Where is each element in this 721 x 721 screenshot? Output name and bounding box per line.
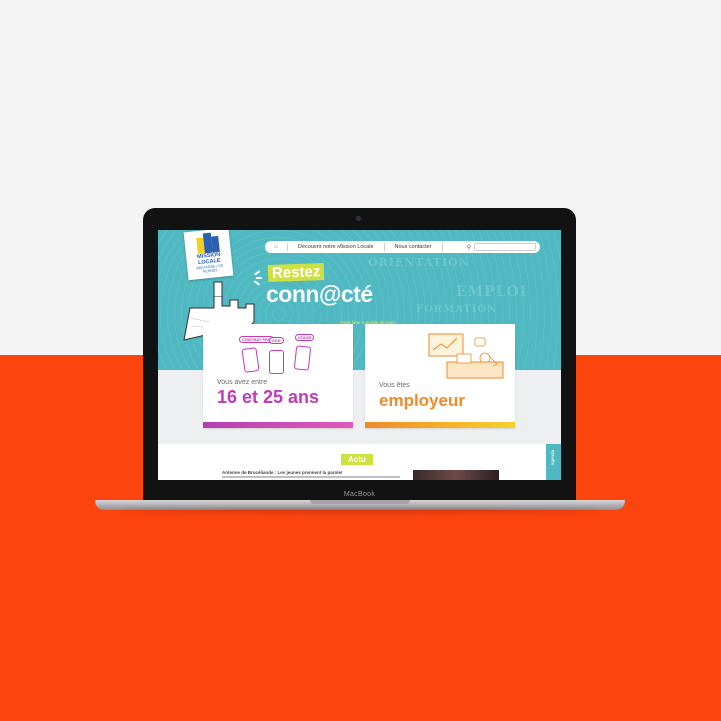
news-excerpt-line xyxy=(222,476,400,478)
card-young-title: 16 et 25 ans xyxy=(217,387,320,407)
search-icon[interactable]: ⚲ xyxy=(464,244,474,251)
camera-icon xyxy=(356,216,361,221)
watermark-formation: FORMATION xyxy=(416,304,498,315)
card-employer-title: employeur xyxy=(379,391,465,410)
agenda-tab[interactable]: Agenda xyxy=(546,444,561,480)
agenda-label: Agenda xyxy=(550,450,555,466)
card-young-intro: Vous avez entre xyxy=(217,379,268,386)
watermark-emploi: EMPLOI xyxy=(456,284,528,300)
card-16-25-ans[interactable]: CONTRAT PRO CDD STAGE Vous avez entre 16… xyxy=(203,324,353,428)
office-desk-illustration xyxy=(428,333,504,379)
tag-cdd: CDD xyxy=(269,337,284,344)
watermark-orientation: ORIENTATION xyxy=(368,256,470,269)
laptop-screen: ORIENTATION EMPLOI FORMATION Restez conn… xyxy=(158,230,561,480)
nav-divider xyxy=(441,243,443,251)
news-headline[interactable]: Antenne de Brocéliande : Les jeunes pren… xyxy=(222,470,343,475)
news-thumbnail[interactable] xyxy=(413,470,499,480)
laptop-shadow xyxy=(120,509,600,513)
phones-illustration: CONTRAT PRO CDD STAGE xyxy=(239,334,319,376)
laptop-lid: ORIENTATION EMPLOI FORMATION Restez conn… xyxy=(143,208,576,506)
nav-active-caret xyxy=(333,242,341,246)
card-employer-bar xyxy=(365,422,515,428)
hero-title-restez: Restez xyxy=(267,263,325,282)
spark-lines xyxy=(254,270,266,286)
home-icon[interactable]: ⌂ xyxy=(265,244,287,250)
logo-mark xyxy=(195,232,220,255)
hero-title-connecte: conn@cté xyxy=(266,281,373,307)
top-navigation: ⌂ Découvrir notre Mission Locale Nous co… xyxy=(265,241,540,253)
card-employer-intro: Vous êtes xyxy=(379,382,410,389)
card-young-bar xyxy=(203,422,353,428)
news-section-label: Actu xyxy=(341,454,373,465)
card-employeur[interactable]: Vous êtes employeur xyxy=(365,324,515,428)
laptop-brand-label: MacBook xyxy=(343,491,376,498)
tag-stage: STAGE xyxy=(295,334,315,341)
laptop-notch xyxy=(310,500,410,504)
search-input[interactable] xyxy=(474,243,536,251)
nav-item-contact[interactable]: Nous contacter xyxy=(385,244,442,250)
mission-locale-logo[interactable]: MISSION LOCALE BRETAGNE / DE RENNES xyxy=(183,230,234,281)
